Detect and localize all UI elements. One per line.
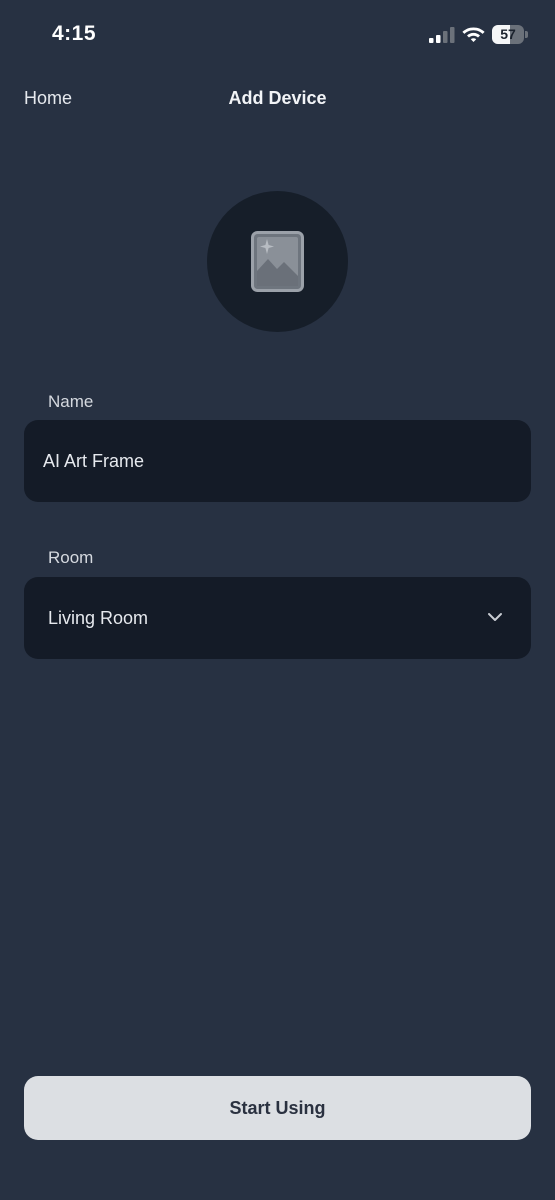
status-bar: 4:15 57: [0, 0, 555, 70]
battery-percent: 57: [500, 26, 516, 42]
picture-frame-icon: [251, 231, 304, 292]
battery-icon: 57: [492, 25, 528, 44]
name-field: [24, 420, 531, 502]
status-time: 4:15: [52, 22, 97, 45]
name-label: Name: [48, 392, 94, 411]
start-using-button[interactable]: Start Using: [24, 1076, 531, 1140]
battery-body: 57: [492, 25, 524, 44]
room-selected-value: Living Room: [48, 608, 149, 628]
device-avatar: [207, 191, 348, 332]
battery-cap: [525, 31, 528, 38]
chevron-down-icon: [488, 613, 502, 621]
add-device-screen: 4:15 57 Home Add Device Name AI Art Fram…: [0, 0, 555, 1200]
page-title: Add Device: [228, 88, 327, 108]
wifi-icon: [462, 27, 485, 42]
room-label: Room: [48, 548, 94, 567]
signal-icon: [429, 27, 455, 43]
name-input[interactable]: [43, 420, 513, 502]
room-select[interactable]: Living Room: [24, 577, 531, 659]
